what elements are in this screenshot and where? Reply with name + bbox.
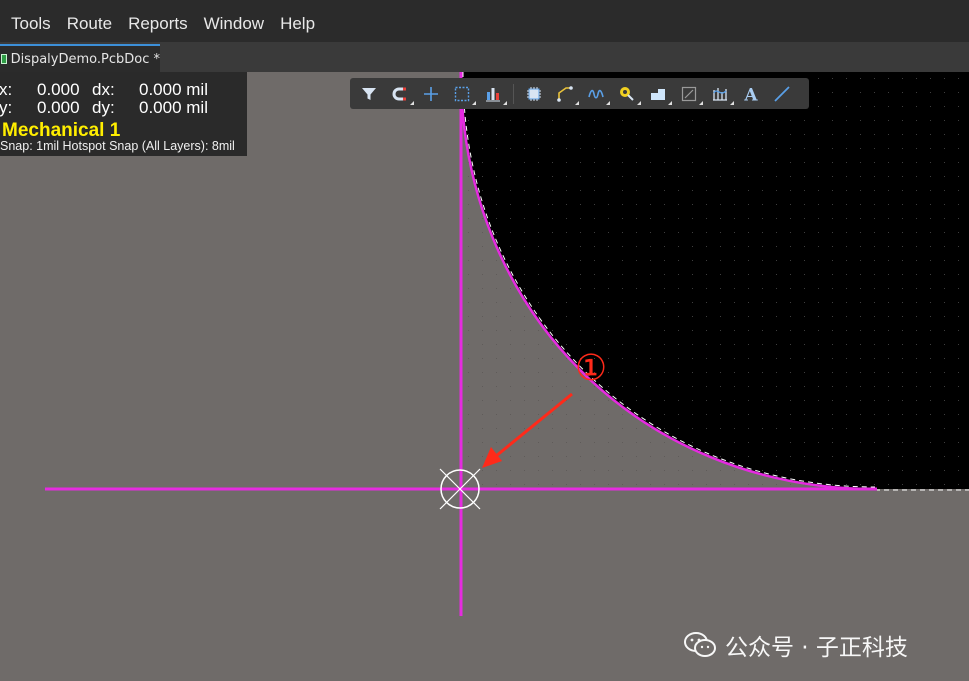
region-button[interactable] xyxy=(678,83,703,105)
length-tune-icon xyxy=(713,87,727,101)
toolbar-separator xyxy=(513,83,514,104)
menu-items: Tools Route Reports Window Help xyxy=(11,14,315,34)
pcb-document-icon xyxy=(1,54,7,64)
via-pin-icon xyxy=(620,86,634,101)
snap-magnet-button[interactable] xyxy=(389,83,414,105)
menu-reports[interactable]: Reports xyxy=(128,14,188,34)
select-rect-button[interactable] xyxy=(451,83,476,105)
text-icon: A xyxy=(743,85,758,103)
region-icon xyxy=(681,86,697,101)
component-icon xyxy=(527,86,541,101)
pcb-canvas[interactable]: ① xyxy=(0,72,969,681)
hud-y-value: 0.000 xyxy=(37,98,80,117)
menu-help[interactable]: Help xyxy=(280,14,315,34)
watermark: 公众号 · 子正科技 xyxy=(683,628,908,662)
component-button[interactable] xyxy=(523,83,545,105)
add-cross-button[interactable] xyxy=(420,83,442,105)
svg-text:A: A xyxy=(743,85,758,103)
length-tune-button[interactable] xyxy=(709,83,734,105)
menu-window[interactable]: Window xyxy=(204,14,264,34)
interactive-route-button[interactable] xyxy=(585,83,610,105)
align-chart-button[interactable] xyxy=(482,83,507,105)
document-tab-label: DispalyDemo.PcbDoc * xyxy=(10,51,160,67)
polygon-fill-icon xyxy=(651,88,665,100)
route-track-button[interactable] xyxy=(554,83,579,105)
watermark-text: 公众号 · 子正科技 xyxy=(725,635,908,661)
select-rect-icon xyxy=(454,86,470,101)
annotation-marker: ① xyxy=(575,348,607,389)
active-bar-toolbar: A xyxy=(350,78,809,109)
menu-bar: Tools Route Reports Window Help xyxy=(0,0,969,42)
hud-snap-info: Snap: 1mil Hotspot Snap (All Layers): 8m… xyxy=(0,139,235,153)
interactive-route-icon xyxy=(588,89,604,99)
filter-icon xyxy=(362,87,376,100)
coordinate-hud: x: 0.000 dx: 0.000 mil y: 0.000 dy: 0.00… xyxy=(0,72,247,156)
via-pin-button[interactable] xyxy=(616,83,641,105)
window-title-clip xyxy=(0,0,969,6)
route-track-icon xyxy=(557,85,573,102)
hud-y-label: y: xyxy=(0,98,13,117)
hud-dx-value: 0.000 mil xyxy=(139,80,208,99)
menu-route[interactable]: Route xyxy=(67,14,112,34)
wechat-icon xyxy=(684,632,716,657)
polygon-fill-button[interactable] xyxy=(647,83,672,105)
document-tab[interactable]: DispalyDemo.PcbDoc * xyxy=(0,44,160,72)
hud-dy-label: dy: xyxy=(92,98,115,117)
hud-dx-label: dx: xyxy=(92,80,115,99)
hud-dy-value: 0.000 mil xyxy=(139,98,208,117)
line-icon xyxy=(774,85,790,102)
document-tab-bar: DispalyDemo.PcbDoc * xyxy=(0,42,969,72)
align-chart-icon xyxy=(486,87,500,101)
add-cross-icon xyxy=(424,86,438,101)
line-button[interactable] xyxy=(771,83,793,105)
menu-tools[interactable]: Tools xyxy=(11,14,51,34)
snap-magnet-icon xyxy=(392,87,406,100)
hud-x-label: x: xyxy=(0,80,13,99)
hud-x-value: 0.000 xyxy=(37,80,80,99)
filter-button[interactable] xyxy=(358,83,380,105)
text-button[interactable]: A xyxy=(740,83,762,105)
